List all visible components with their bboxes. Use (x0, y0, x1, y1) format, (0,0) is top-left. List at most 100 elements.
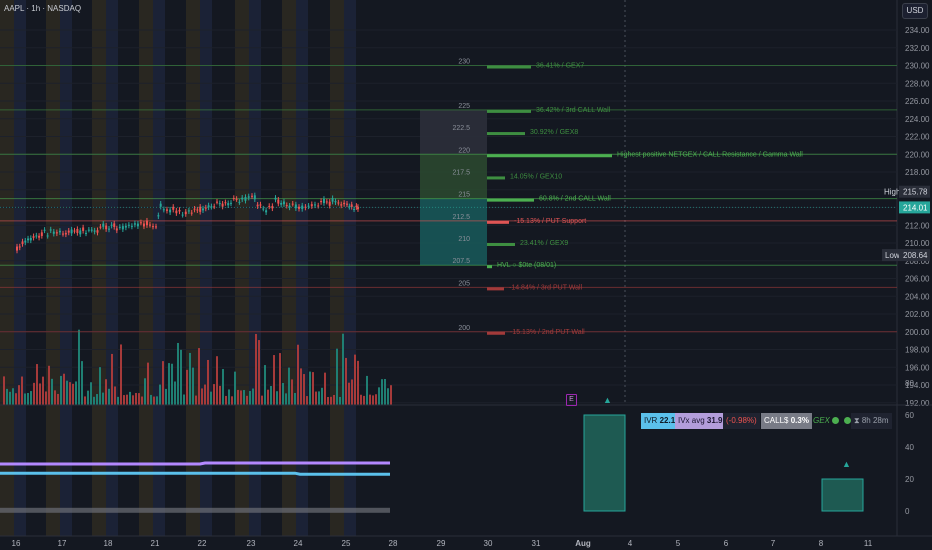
time-tick: 30 (484, 539, 493, 548)
candle (24, 240, 27, 243)
candle (159, 203, 162, 207)
candle (224, 202, 227, 204)
session-stripe (153, 0, 165, 536)
candle (343, 202, 346, 205)
candle (298, 206, 300, 209)
strike-label: 230 (458, 59, 470, 66)
candle (190, 212, 193, 214)
volume-bar (282, 382, 284, 405)
session-stripe (106, 0, 118, 536)
volume-bar (195, 395, 197, 405)
volume-bar (336, 348, 338, 405)
earnings-marker[interactable]: E (566, 394, 577, 406)
gex-zone (420, 154, 487, 199)
price-tick: 234.00 (905, 26, 930, 35)
candle (127, 224, 130, 226)
volume-bar (132, 395, 134, 405)
session-stripe (249, 0, 261, 536)
low-label: Low (885, 251, 900, 260)
volume-bar (96, 394, 98, 405)
price-tick: 196.00 (905, 363, 930, 372)
volume-bar (324, 372, 326, 405)
volume-bar (321, 387, 323, 405)
volume-bar (285, 393, 287, 405)
candle (282, 201, 285, 205)
candle (113, 223, 116, 227)
session-stripe (46, 0, 60, 536)
volume-bar (21, 376, 23, 405)
candle (79, 230, 82, 235)
volume-bar (279, 353, 281, 405)
gex-dot-icon (832, 417, 840, 425)
volume-bar (57, 393, 59, 405)
candle (136, 223, 139, 227)
candle (307, 205, 310, 207)
candle (40, 232, 43, 236)
time-tick: 6 (724, 539, 729, 548)
volume-bar (219, 385, 221, 405)
price-tick: 230.00 (905, 62, 930, 71)
volume-bar (126, 394, 128, 405)
candle (70, 229, 73, 234)
candle (238, 201, 241, 203)
ivx-badge: IVx avg 31.9 (675, 413, 726, 429)
candle (55, 232, 58, 234)
volume-bar (231, 396, 233, 405)
candle (285, 205, 288, 207)
volume-bar (174, 381, 176, 405)
volume-bar (375, 394, 377, 405)
session-stripe (344, 0, 356, 536)
volume-bar (225, 395, 227, 405)
currency-button[interactable]: USD (902, 3, 928, 19)
volume-bar (207, 359, 209, 405)
volume-bar (111, 353, 113, 405)
volume-bar (327, 396, 329, 405)
time-tick: 5 (676, 539, 681, 548)
candle (331, 198, 334, 202)
volume-bar (228, 389, 230, 405)
candle (199, 206, 202, 212)
candle (301, 205, 304, 210)
strike-label: 222.5 (452, 125, 470, 132)
calls-value: 0.3% (790, 416, 809, 425)
osc-tick: 60 (905, 411, 914, 420)
volume-bar (189, 352, 191, 405)
candle (67, 230, 70, 233)
session-stripe (296, 0, 308, 536)
candle (274, 197, 277, 200)
candle (93, 230, 96, 232)
candle (350, 204, 353, 207)
candle (265, 210, 268, 213)
volume-bar (369, 394, 371, 405)
price-tick: 218.00 (905, 168, 930, 177)
volume-bar (12, 388, 14, 405)
volume-bar (84, 396, 86, 405)
volume-bar (267, 389, 269, 405)
candle (151, 226, 154, 228)
volume-bar (390, 385, 392, 405)
candle (76, 228, 79, 233)
gex-zone (420, 198, 487, 266)
volume-bar (201, 388, 203, 405)
session-stripe (0, 0, 14, 536)
volume-bar (333, 394, 335, 405)
gex-label: 36.41% / GEX7 (536, 63, 584, 70)
volume-bar (105, 379, 107, 405)
price-chart[interactable]: 234.00 232.00 230.00 228.00 226.00 224.00 222.… (0, 0, 932, 550)
volume-bar (114, 386, 116, 405)
volume-bar (303, 374, 305, 405)
candle (64, 232, 67, 235)
candle (165, 209, 168, 211)
candle (346, 203, 348, 205)
volume-bar (339, 396, 341, 405)
symbol-title: AAPL · 1h · NASDAQ (4, 4, 82, 13)
time-tick: 28 (389, 539, 398, 548)
gex-bar (487, 109, 531, 113)
volume-bar (255, 333, 257, 405)
candle (181, 214, 184, 216)
candle (62, 233, 64, 235)
candle (337, 202, 340, 204)
candle (268, 205, 271, 207)
price-tick: 220.00 (905, 150, 930, 159)
candle (124, 225, 127, 228)
